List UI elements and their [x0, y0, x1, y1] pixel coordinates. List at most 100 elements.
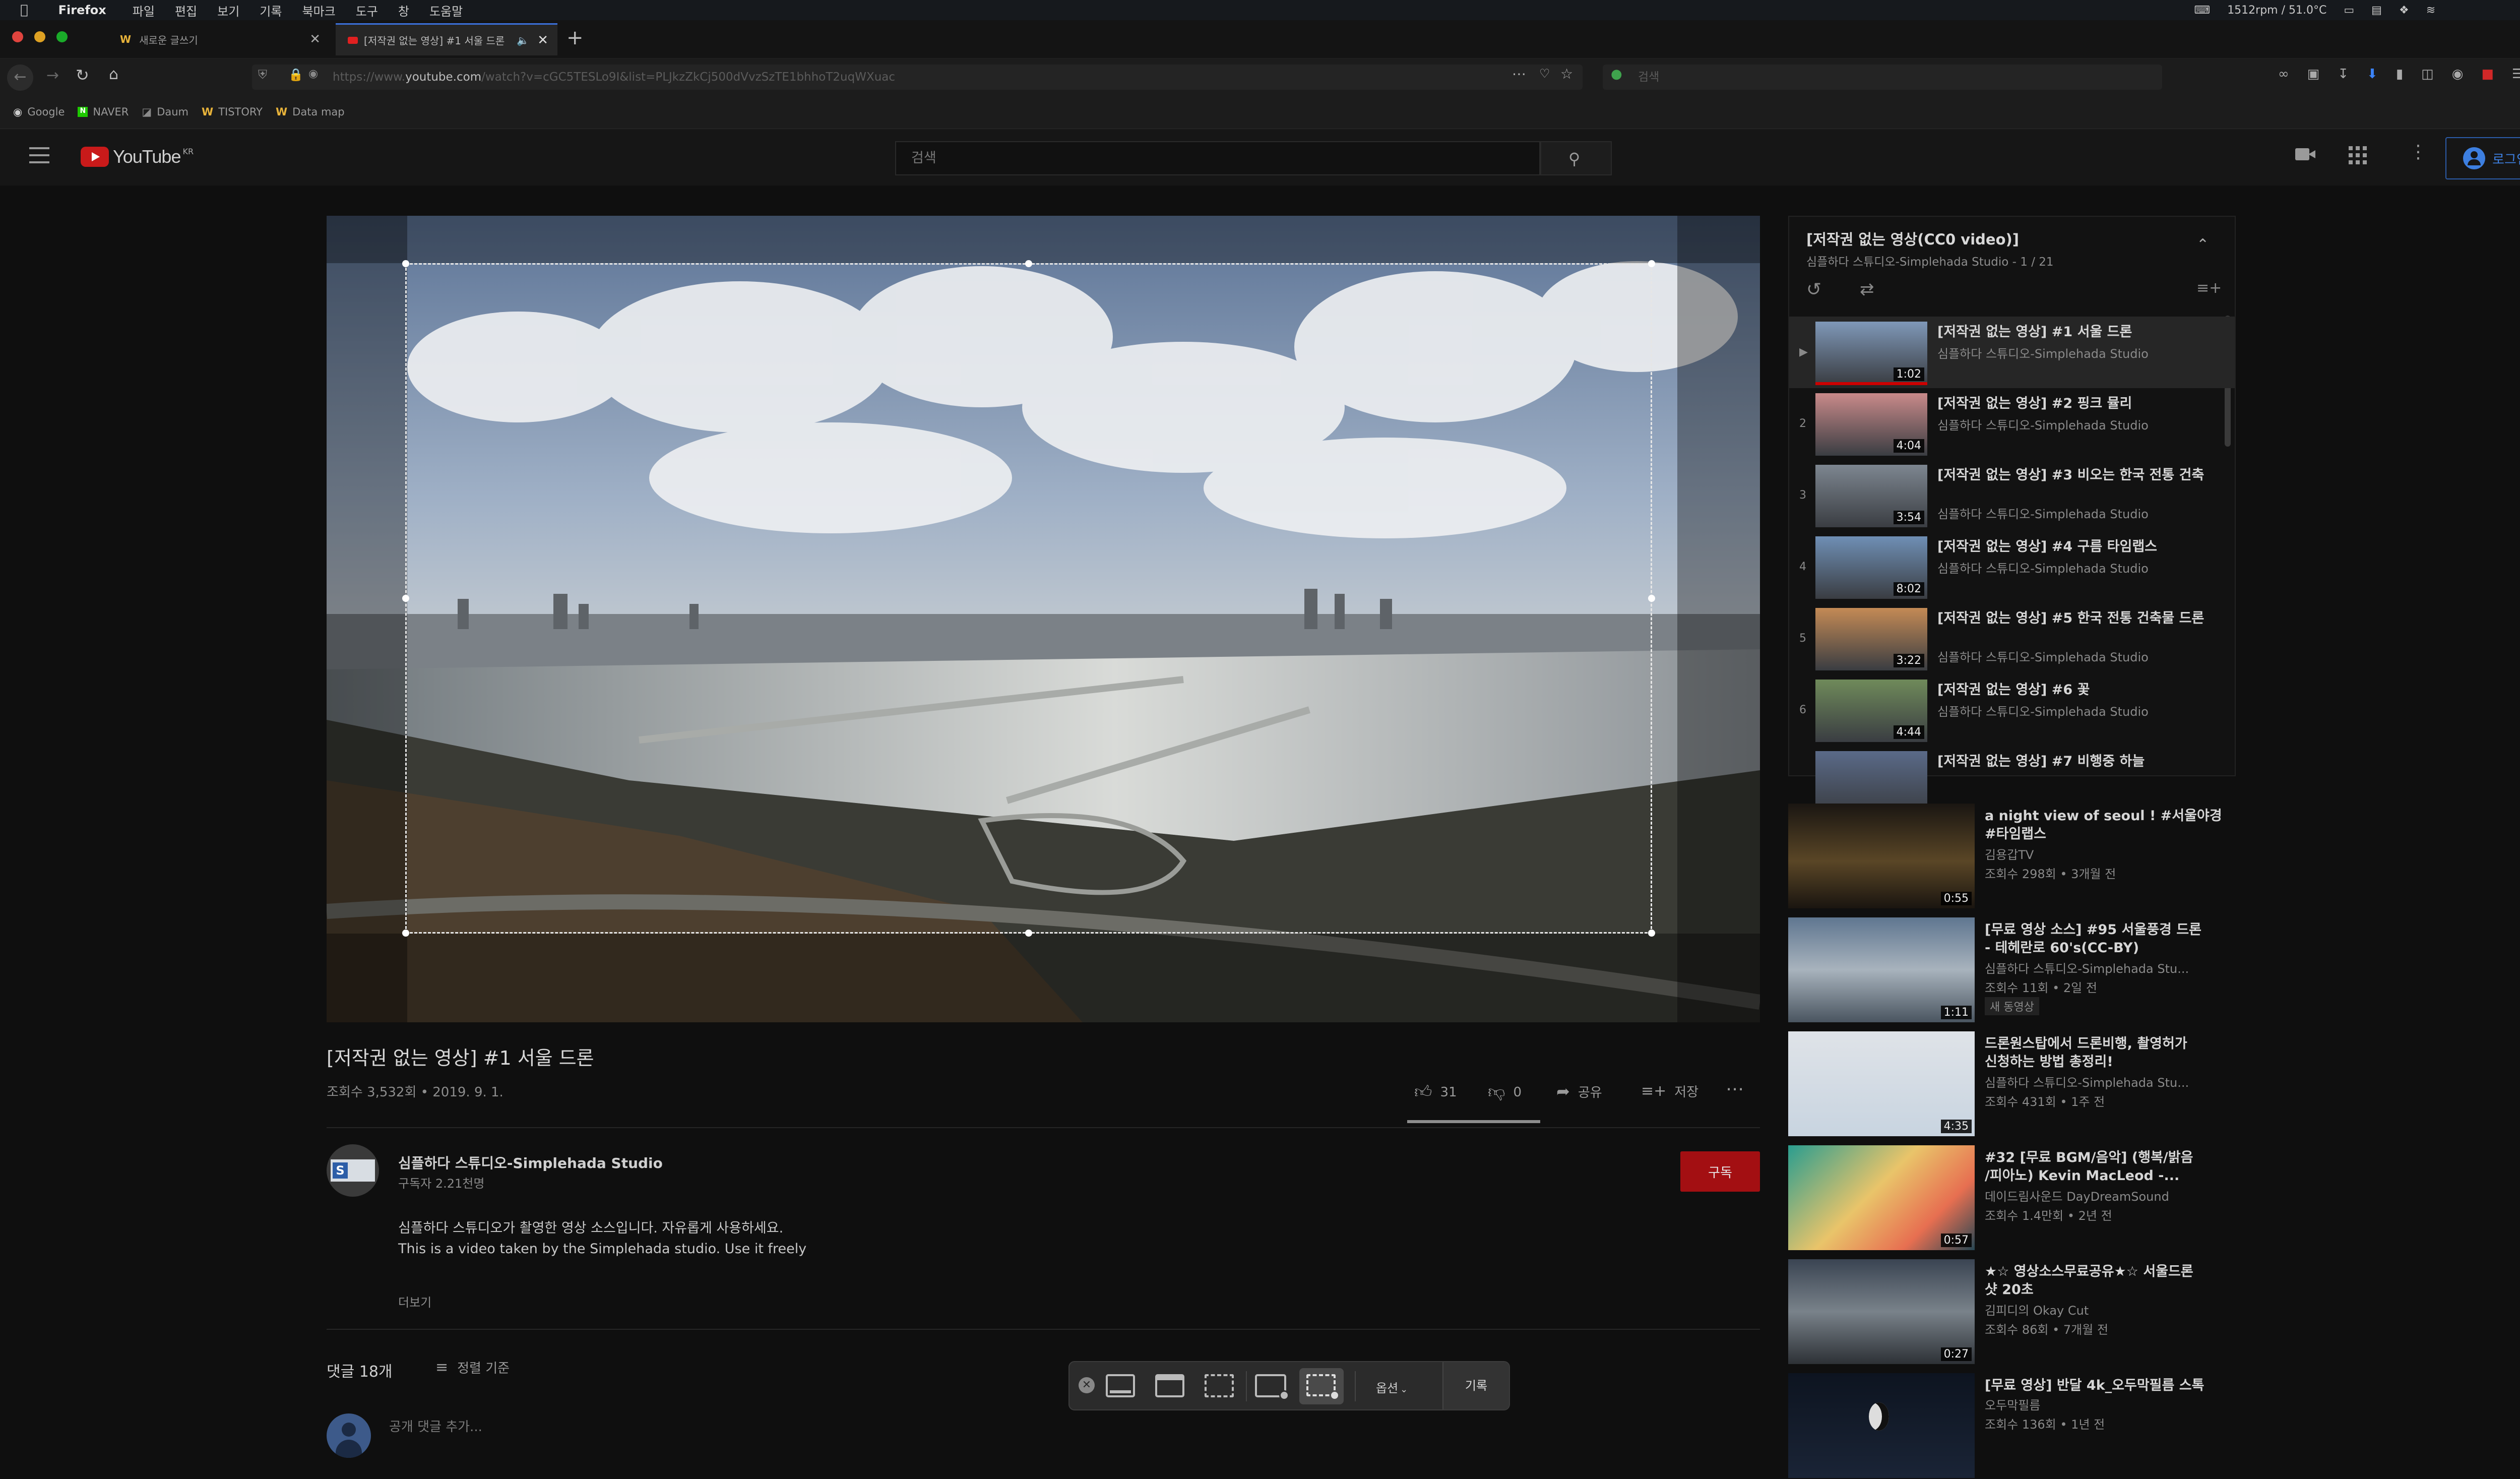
lock-icon[interactable]: 🔒	[288, 68, 303, 82]
save-playlist-icon[interactable]: ≡+	[2196, 279, 2222, 297]
guide-menu-icon[interactable]	[29, 147, 49, 163]
wifi-icon[interactable]: ≋	[2426, 4, 2435, 17]
glasses-extension-icon[interactable]: ∞	[2278, 67, 2289, 82]
hamburger-menu-icon[interactable]: ☰	[2512, 67, 2520, 82]
tab-youtube-video[interactable]: [저작권 없는 영상] #1 서울 드론 🔈 ✕	[336, 23, 557, 55]
playlist-item[interactable]: 3 3:54 [저작권 없는 영상] #3 비오는 한국 전통 건축 심플하다 스튜디…	[1789, 460, 2235, 531]
record-entire-screen-icon[interactable]	[1255, 1374, 1289, 1400]
playlist-title[interactable]: [저작권 없는 영상(CC0 video)]	[1806, 228, 2019, 249]
capture-window-icon[interactable]	[1155, 1374, 1184, 1397]
recommendation-card[interactable]: 0:27 ★☆ 영상소스무료공유★☆ 서울드론 샷 20초 김피디의 Okay Cut…	[1788, 1259, 2242, 1365]
menu-history[interactable]: 기록	[260, 2, 282, 19]
pocket-icon[interactable]: ♡	[1539, 67, 1550, 81]
search-engine-icon[interactable]: ●	[1611, 67, 1622, 82]
airplay-icon[interactable]: ▭	[2344, 4, 2354, 17]
forward-button[interactable]: →	[46, 67, 59, 84]
menu-view[interactable]: 보기	[217, 2, 239, 19]
keyboard-icon[interactable]: ⌨	[2194, 4, 2210, 17]
apple-icon[interactable]: 	[20, 3, 28, 18]
account-icon[interactable]: ◉	[2452, 67, 2464, 82]
reload-button[interactable]: ↻	[76, 66, 89, 85]
selection-handle-tm[interactable]	[1025, 260, 1032, 267]
playlist-item[interactable]: 2 4:04 [저작권 없는 영상] #2 핑크 뮬리 심플하다 스튜디오-Simpl…	[1789, 388, 2235, 460]
window-minimize-button[interactable]	[34, 31, 45, 42]
show-more-link[interactable]: 더보기	[398, 1292, 431, 1310]
bookmark-naver[interactable]: N NAVER	[78, 106, 129, 118]
extension-red-icon[interactable]: ■	[2481, 67, 2494, 82]
menu-app-name[interactable]: Firefox	[58, 3, 106, 17]
record-button[interactable]: 기록	[1443, 1362, 1509, 1409]
sidebar-icon[interactable]: ◫	[2421, 67, 2434, 82]
tab-close-icon[interactable]: ✕	[537, 33, 548, 48]
home-button[interactable]: ⌂	[109, 66, 118, 83]
playlist-item[interactable]: 4 8:02 [저작권 없는 영상] #4 구름 타임랩스 심플하다 스튜디오-Sim…	[1789, 531, 2235, 603]
selection-handle-mr[interactable]	[1648, 595, 1655, 602]
tracking-shield-icon[interactable]: ⛨	[258, 68, 267, 82]
bookmark-star-icon[interactable]: ☆	[1560, 66, 1573, 82]
back-button[interactable]: ←	[7, 65, 33, 91]
bookmark-google[interactable]: ◉ Google	[13, 106, 65, 118]
channel-avatar[interactable]: S	[327, 1144, 379, 1197]
selection-handle-tr[interactable]	[1648, 260, 1655, 267]
download-icon[interactable]: ⬇	[2367, 67, 2378, 82]
options-menu-button[interactable]: 옵션 ⌄	[1376, 1378, 1408, 1396]
sort-comments-button[interactable]: ≡ 정렬 기준	[435, 1358, 510, 1377]
collapse-chevron-icon[interactable]: ⌃	[2196, 236, 2209, 254]
firefox-search-field[interactable]: 검색	[1603, 65, 2162, 90]
camera-permission-icon[interactable]: ◉	[308, 68, 318, 80]
share-button[interactable]: ➦ 공유	[1556, 1082, 1602, 1101]
bookmark-daum[interactable]: ◪ Daum	[142, 106, 188, 118]
more-actions-icon[interactable]: ⋯	[1726, 1079, 1744, 1099]
settings-more-icon[interactable]: ⋮	[2409, 143, 2427, 161]
apps-grid-icon[interactable]	[2349, 146, 2367, 164]
playlist-item[interactable]: ▶ 1:02 [저작권 없는 영상] #1 서울 드론 심플하다 스튜디오-Simpl…	[1789, 317, 2235, 388]
recommendation-card[interactable]: 1:11 [무료 영상 소스] #95 서울풍경 드론 - 테헤란로 60's(CC…	[1788, 917, 2242, 1023]
screenshot-icon[interactable]: ▣	[2307, 67, 2320, 82]
shuffle-icon[interactable]: ⇄	[1860, 279, 1874, 299]
youtube-search-input[interactable]: 검색	[895, 141, 1540, 175]
menu-bookmarks[interactable]: 북마크	[302, 2, 335, 19]
like-button[interactable]: 👍︎ 31	[1414, 1082, 1457, 1102]
menu-help[interactable]: 도움말	[429, 2, 463, 19]
selection-handle-ml[interactable]	[402, 595, 409, 602]
page-actions-icon[interactable]: ⋯	[1512, 66, 1526, 82]
capture-entire-screen-icon[interactable]	[1106, 1374, 1135, 1397]
selection-handle-br[interactable]	[1648, 930, 1655, 937]
recommendation-card[interactable]: 0:57 #32 [무료 BGM/음악] (행복/밝음/피아노) Kevin Ma…	[1788, 1145, 2242, 1251]
menu-window[interactable]: 창	[398, 2, 409, 19]
tab-close-icon[interactable]: ✕	[309, 32, 321, 47]
new-tab-button[interactable]: +	[566, 26, 584, 49]
youtube-search-button[interactable]: ⚲	[1540, 141, 1612, 175]
login-button[interactable]: 로그인	[2445, 137, 2520, 179]
dislike-button[interactable]: 👎︎ 0	[1488, 1082, 1522, 1102]
clipboard-icon[interactable]: ▤	[2371, 4, 2382, 17]
menu-edit[interactable]: 편집	[175, 2, 197, 19]
channel-name[interactable]: 심플하다 스튜디오-Simplehada Studio	[398, 1152, 663, 1173]
fan-status-text[interactable]: 1512rpm / 51.0°C	[2227, 4, 2326, 17]
selection-handle-tl[interactable]	[402, 260, 409, 267]
close-toolbar-icon[interactable]: ✕	[1079, 1377, 1095, 1393]
recommendation-card[interactable]: 0:55 a night view of seoul ! #서울야경 #타임랩스 김용…	[1788, 804, 2242, 909]
recommendation-card[interactable]: [무료 영상] 반달 4k_오두막필름 스톡 오두막필름 조회수 136회 • 1년…	[1788, 1373, 2242, 1479]
capture-selection-icon[interactable]	[1205, 1374, 1234, 1397]
loop-icon[interactable]: ↺	[1806, 279, 1821, 300]
record-selection-icon[interactable]	[1299, 1368, 1344, 1404]
downloads-arrow-icon[interactable]: ↧	[2338, 67, 2349, 82]
youtube-logo[interactable]: YouTube KR	[81, 146, 194, 167]
url-bar[interactable]: https://www.youtube.com/watch?v=cGC5TESL…	[252, 65, 1583, 90]
selection-handle-bm[interactable]	[1025, 930, 1032, 937]
bookmark-tistory[interactable]: W TISTORY	[202, 106, 263, 118]
create-video-icon[interactable]	[2295, 146, 2315, 161]
library-icon[interactable]: ▮	[2396, 67, 2403, 82]
tab-new-post[interactable]: W 새로운 글쓰기 ✕	[108, 23, 330, 55]
add-comment-input[interactable]: 공개 댓글 추가...	[389, 1416, 482, 1435]
dropbox-icon[interactable]: ❖	[2399, 4, 2409, 17]
window-zoom-button[interactable]	[56, 31, 68, 42]
menu-tools[interactable]: 도구	[356, 2, 378, 19]
save-button[interactable]: ≡+ 저장	[1641, 1082, 1698, 1100]
bookmark-datamap[interactable]: W Data map	[276, 106, 345, 118]
window-close-button[interactable]	[12, 31, 23, 42]
tab-audio-icon[interactable]: 🔈	[517, 34, 529, 46]
recommendation-card[interactable]: 4:35 드론원스탑에서 드론비행, 촬영허가 신청하는 방법 총정리! 심플하다 스…	[1788, 1031, 2242, 1137]
menu-file[interactable]: 파일	[133, 2, 155, 19]
